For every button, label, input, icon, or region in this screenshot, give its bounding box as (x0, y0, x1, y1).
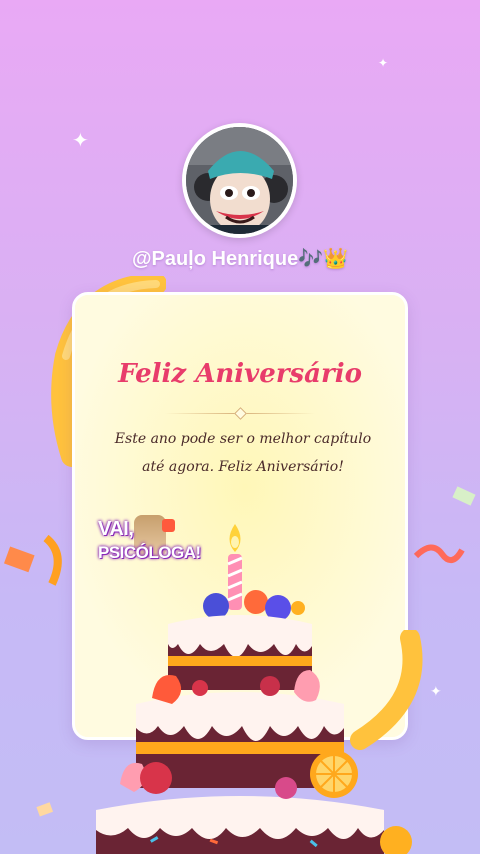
birthday-cake-illustration (96, 524, 412, 854)
sparkle-icon: ✦ (378, 56, 389, 70)
card-title: Feliz Aniversário (118, 359, 362, 389)
username: @Pauļo Henrique🎶👑 (132, 248, 348, 270)
confetti-piece (452, 486, 476, 506)
avatar-image (186, 127, 293, 234)
card-message: Este ano pode ser o melhor capítulo até … (114, 431, 372, 475)
sparkle-icon: ✦ (430, 684, 442, 700)
confetti-piece (413, 544, 465, 563)
confetti-piece (36, 802, 54, 817)
sparkle-icon: ✦ (72, 128, 89, 152)
confetti-piece (3, 546, 35, 573)
avatar[interactable] (182, 123, 297, 238)
